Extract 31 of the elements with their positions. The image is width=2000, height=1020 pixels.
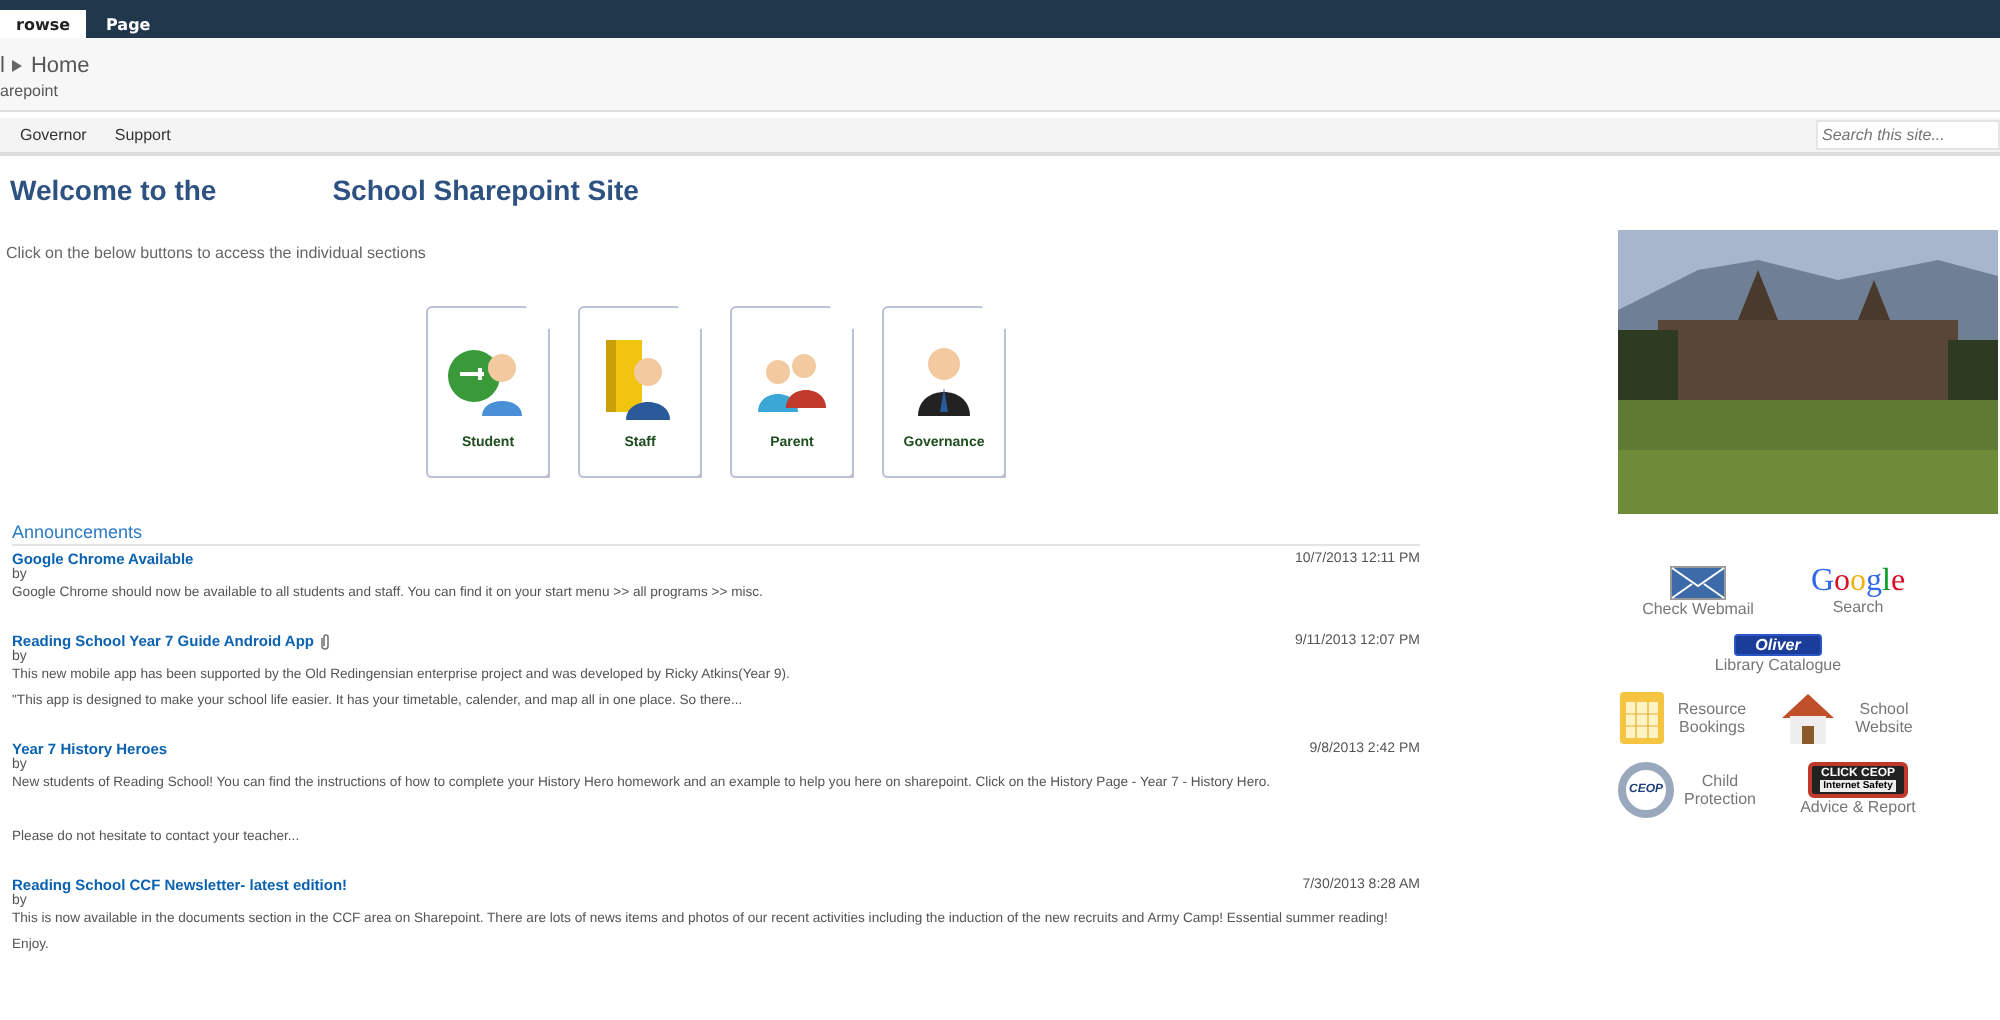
link-label: Library Catalogue <box>1714 656 1842 674</box>
link-label: Check Webmail <box>1642 600 1754 618</box>
welcome-heading: School Sharepoint Site <box>332 174 639 210</box>
calendar-icon <box>1618 690 1666 746</box>
logo: Oliver <box>1733 634 1823 656</box>
ribbon-tab[interactable]: Page <box>90 10 167 38</box>
link-label: School Website <box>1853 700 1915 736</box>
quick-link[interactable]: Oliver Library Catalogue <box>1618 634 1938 674</box>
welcome-heading: Welcome to the <box>10 174 217 210</box>
envelope-icon <box>1670 566 1726 600</box>
paperclip-icon <box>320 633 330 649</box>
nav-link[interactable]: Governor <box>20 126 87 144</box>
section-heading: Announcements <box>12 522 1420 546</box>
link-label: Search <box>1832 598 1884 616</box>
link-label: Advice & Report <box>1800 798 1916 816</box>
site-subtitle: arepoint <box>0 82 60 100</box>
link-label: Resource Bookings <box>1675 700 1749 736</box>
logo: Google <box>1810 566 1906 598</box>
search-field[interactable]: Search this site... <box>1816 120 2000 150</box>
house-icon <box>1778 690 1838 746</box>
page-title: Home <box>30 54 90 78</box>
quick-link[interactable]: Check Webmail <box>1618 566 1778 618</box>
quick-link[interactable]: School Website <box>1778 690 1938 746</box>
link-label: Child Protection <box>1681 772 1759 808</box>
ribbon-tab[interactable]: rowse <box>0 10 87 38</box>
intro-text: Click on the below buttons to access the individual sections <box>6 244 428 262</box>
quick-link[interactable]: Google Search <box>1778 566 1938 618</box>
nav-link[interactable]: Support <box>114 126 171 144</box>
breadcrumb-link[interactable]: l <box>0 54 5 78</box>
quick-link[interactable]: Resource Bookings <box>1618 690 1778 746</box>
arrow-icon <box>12 60 23 72</box>
